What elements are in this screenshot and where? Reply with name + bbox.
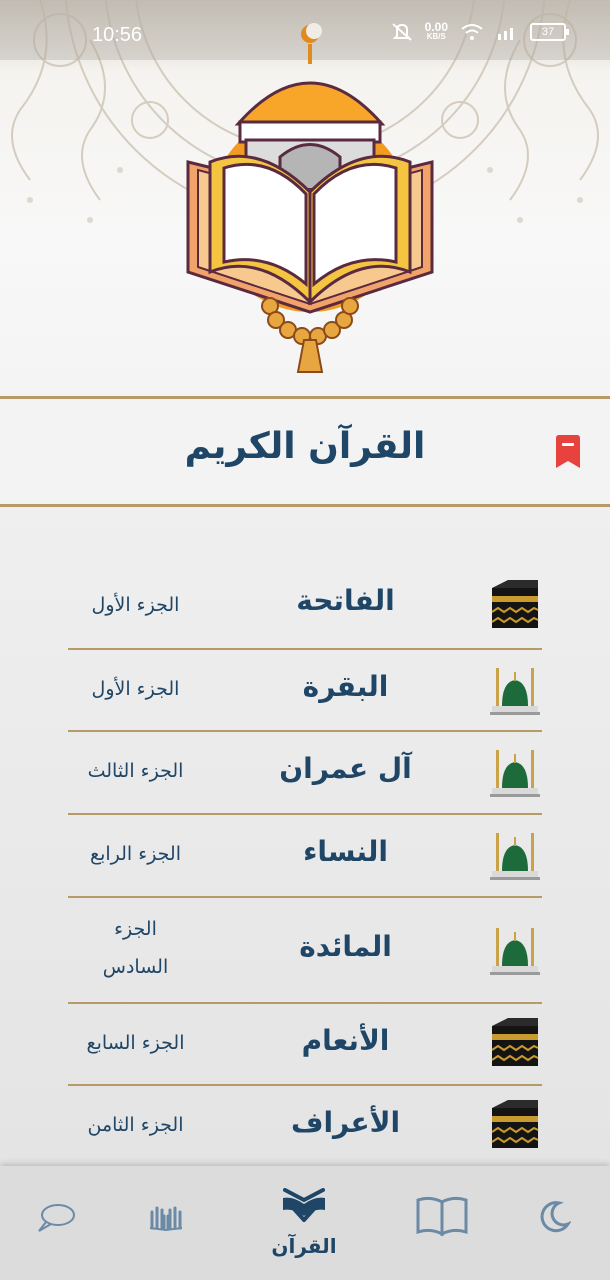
quran-book-icon <box>283 1188 325 1222</box>
praying-hands-icon <box>149 1206 183 1232</box>
title-bottom-divider <box>0 504 610 507</box>
net-speed: 0.00 KB/S <box>424 20 448 42</box>
surah-name: البقرة <box>302 670 389 703</box>
list-item[interactable]: الأعراف الجزء الثامن <box>68 1086 542 1169</box>
list-item[interactable]: المائدة الجزء السادس <box>68 898 542 1004</box>
kaaba-icon <box>491 1018 539 1066</box>
wifi-icon <box>461 24 483 40</box>
kaaba-icon <box>491 580 539 628</box>
mosque-icon <box>490 928 540 975</box>
status-icons: 0.00 KB/S 37 <box>391 20 569 42</box>
surah-list: الفاتحة الجزء الأول البقرة الجزء الأول آ… <box>68 560 542 1169</box>
open-book-icon <box>416 1196 468 1236</box>
surah-name: المائدة <box>299 930 392 963</box>
surah-name: الأنعام <box>301 1024 390 1057</box>
status-time: 10:56 <box>92 24 143 46</box>
surah-juz-line-1: الجزء <box>114 918 157 940</box>
quran-logo <box>186 23 434 373</box>
surah-juz: الجزء الأول <box>91 678 180 700</box>
list-item[interactable]: الأنعام الجزء السابع <box>68 1004 542 1086</box>
signal-icon <box>498 28 513 40</box>
battery-icon: 37 <box>530 23 569 41</box>
screen: 10:56 0.00 KB/S 37 القرآن الكريم الفاتحة… <box>0 0 610 1280</box>
mosque-icon <box>490 750 540 797</box>
status-bar: 10:56 0.00 KB/S 37 <box>0 0 610 60</box>
bookmark-button[interactable] <box>554 434 582 470</box>
page-title: القرآن الكريم <box>184 426 426 467</box>
mosque-icon <box>490 833 540 880</box>
list-item[interactable]: آل عمران الجزء الثالث <box>68 732 542 815</box>
list-item[interactable]: البقرة الجزء الأول <box>68 650 542 732</box>
net-speed-unit: KB/S <box>426 32 446 41</box>
surah-juz: الجزء الثالث <box>87 760 184 782</box>
chat-bubble-icon <box>38 1204 75 1232</box>
surah-name: الأعراف <box>290 1106 401 1139</box>
surah-juz-line-2: السادس <box>102 956 169 978</box>
surah-name: الفاتحة <box>296 584 395 617</box>
mute-icon <box>391 23 412 41</box>
net-speed-value: 0.00 <box>424 20 448 34</box>
nav-book[interactable] <box>392 1166 492 1280</box>
surah-juz: الجزء السابع <box>86 1032 185 1054</box>
nav-quran-label: القرآن <box>271 1234 337 1258</box>
crescent-moon-icon <box>540 1201 571 1233</box>
surah-juz: الجزء الثامن <box>87 1114 184 1136</box>
nav-chat[interactable] <box>6 1166 106 1280</box>
surah-name: آل عمران <box>279 752 412 785</box>
surah-juz: الجزء الأول <box>91 594 180 616</box>
nav-dua[interactable] <box>116 1166 216 1280</box>
nav-ramadan[interactable] <box>504 1166 604 1280</box>
nav-quran[interactable]: القرآن <box>254 1166 354 1280</box>
bottom-nav: القرآن <box>0 1166 610 1280</box>
surah-juz: الجزء الرابع <box>89 843 182 865</box>
list-item[interactable]: النساء الجزء الرابع <box>68 815 542 898</box>
list-item[interactable]: الفاتحة الجزء الأول <box>68 560 542 650</box>
kaaba-icon <box>491 1100 539 1148</box>
surah-name: النساء <box>303 835 388 868</box>
mosque-icon <box>490 668 540 715</box>
